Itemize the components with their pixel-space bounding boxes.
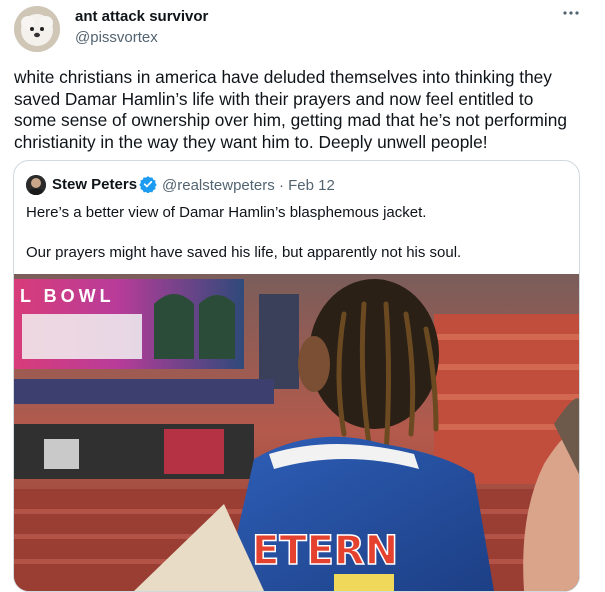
stadium-photo: L BOWL ETERN — [14, 274, 579, 591]
quoted-paragraph: Our prayers might have saved his life, b… — [26, 244, 462, 261]
svg-text:ETERN: ETERN — [252, 528, 398, 574]
tweet-text-line: white christians in america have deluded… — [14, 67, 552, 87]
quoted-handle-date[interactable]: @realstewpeters · Feb 12 — [162, 177, 335, 194]
screen-banner-text: L BOWL — [20, 286, 115, 306]
verified-badge-icon — [139, 175, 157, 194]
quoted-media-image[interactable]: L BOWL ETERN — [14, 274, 579, 591]
jacket-lettering: ETERN — [251, 527, 399, 575]
quoted-author-avatar[interactable] — [26, 175, 46, 195]
tweet-text-line: christianity in the way they want him to… — [14, 132, 488, 153]
quoted-paragraph: Here’s a better view of Damar Hamlin’s b… — [26, 204, 427, 221]
tweet-text: white christians in america have deluded… — [14, 67, 594, 154]
author-avatar[interactable] — [14, 6, 60, 52]
tweet-text-line: saved Damar Hamlin’s life with their pra… — [14, 88, 534, 109]
quoted-tweet[interactable]: Stew Peters @realstewpeters · Feb 12 Her… — [13, 160, 580, 592]
person-avatar-icon — [26, 175, 46, 195]
more-icon[interactable] — [560, 2, 582, 24]
dog-avatar-icon — [14, 6, 60, 52]
tweet-text-line: some sense of ownership over him, gettin… — [14, 110, 567, 131]
quoted-author-name[interactable]: Stew Peters — [52, 176, 137, 193]
svg-text:L BOWL: L BOWL — [20, 286, 115, 306]
author-name[interactable]: ant attack survivor — [75, 8, 208, 25]
quoted-tweet-text: Here’s a better view of Damar Hamlin’s b… — [26, 203, 566, 263]
author-handle[interactable]: @pissvortex — [75, 29, 158, 46]
